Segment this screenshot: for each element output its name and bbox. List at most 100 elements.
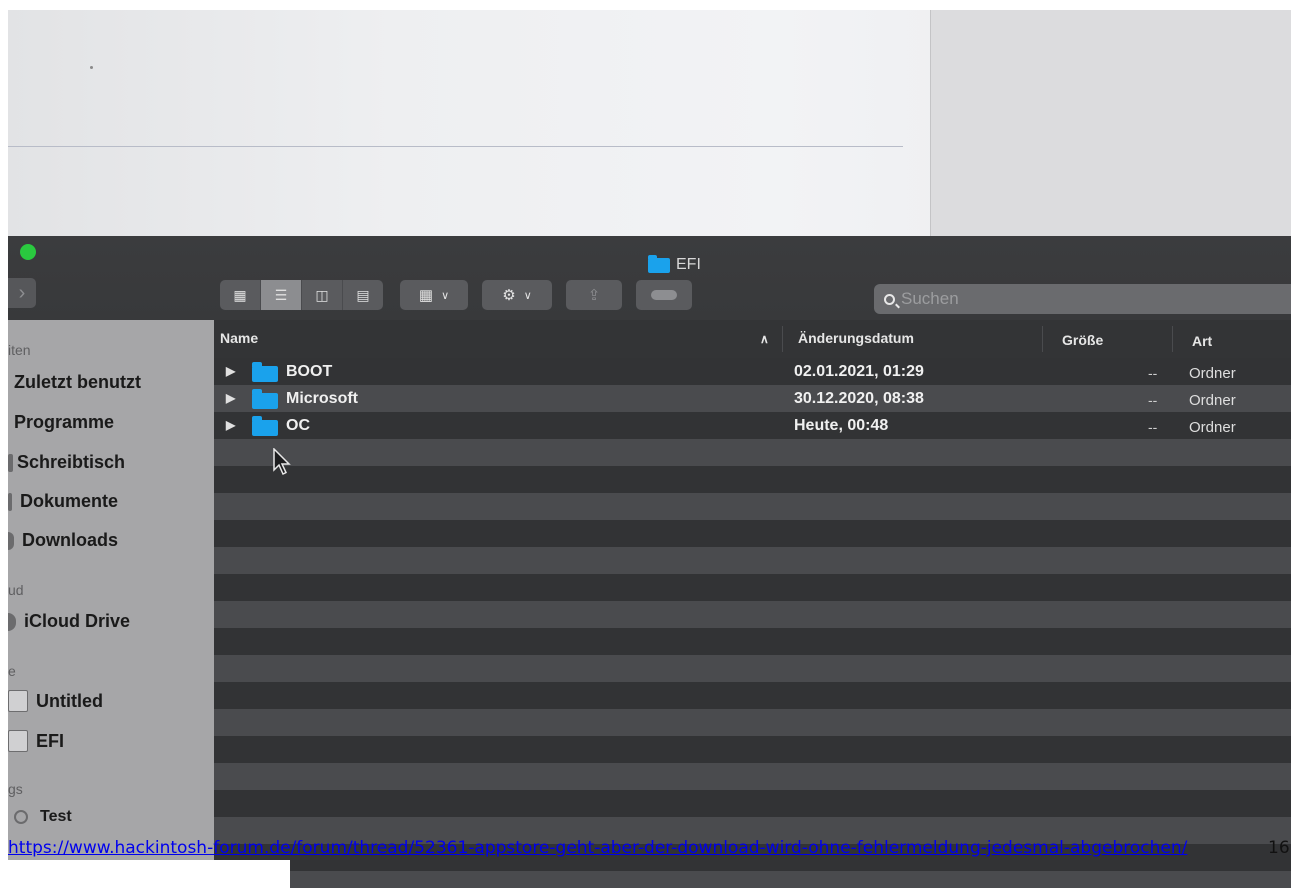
sidebar-item-documents[interactable]: Dokumente [8,491,118,512]
file-name: OC [286,417,310,434]
sidebar-item-untitled[interactable]: Untitled [8,690,103,712]
background-panel [930,10,1291,242]
tag-icon [651,290,677,300]
search-icon [884,293,895,305]
disk-icon [8,690,28,712]
caption-background [0,860,290,890]
file-kind: Ordner [1189,392,1236,409]
window-title: EFI [648,254,701,274]
list-stripe [214,466,1291,493]
column-date[interactable]: Änderungsdatum [798,330,914,346]
disk-icon [8,730,28,752]
list-stripe [214,763,1291,790]
sidebar-section-tags: gs [8,781,23,797]
column-view-icon[interactable]: ◫ [302,280,343,310]
list-stripe [214,574,1291,601]
gallery-view-icon[interactable]: ▤ [343,280,383,310]
list-stripe [214,790,1291,817]
tags-button[interactable] [636,280,692,310]
search-placeholder: Suchen [901,289,959,308]
chevron-down-icon: ∨ [441,289,450,302]
column-separator[interactable] [782,326,783,352]
sort-ascending-icon: ∧ [760,332,769,346]
file-size: -- [1148,392,1158,408]
sidebar-item-applications[interactable]: Programme [8,412,114,433]
finder-window: EFI › ▦ ☰ ◫ ▤ ▦ ∨ ⚙ ∨ ⇪ Suchen iten Zule… [8,236,1291,888]
list-stripe [214,439,1291,466]
list-stripe [214,520,1291,547]
search-field[interactable]: Suchen [874,284,1291,314]
file-kind: Ordner [1189,419,1236,436]
share-button[interactable]: ⇪ [566,280,622,310]
window-title-label: EFI [676,256,701,273]
file-size: -- [1148,419,1158,435]
forward-button[interactable]: › [8,278,36,308]
list-stripe [214,601,1291,628]
file-rows: ▶ BOOT 02.01.2021, 01:29 -- Ordner ▶ Mic… [214,358,1291,888]
file-size: -- [1148,365,1158,381]
disclosure-triangle-icon[interactable]: ▶ [226,391,235,405]
folder-icon [252,416,278,436]
list-view-icon[interactable]: ☰ [261,280,302,310]
desktop-icon [8,453,13,472]
disclosure-triangle-icon[interactable]: ▶ [226,418,235,432]
file-date: Heute, 00:48 [794,417,889,434]
column-size[interactable]: Größe [1062,332,1103,348]
folder-icon [252,362,278,382]
file-name: Microsoft [286,390,358,407]
list-stripe [214,655,1291,682]
source-link[interactable]: https://www.hackintosh-forum.de/forum/th… [8,836,1248,860]
column-header: Name ∧ Änderungsdatum Größe Art [214,320,1291,359]
cloud-icon [8,612,16,631]
file-kind: Ordner [1189,365,1236,382]
file-row[interactable]: ▶ BOOT 02.01.2021, 01:29 -- Ordner [214,360,1291,387]
list-stripe [214,709,1291,736]
list-stripe [214,682,1291,709]
column-kind[interactable]: Art [1192,333,1212,349]
folder-icon [252,389,278,409]
document-divider [8,146,903,147]
zoom-button[interactable] [20,244,36,260]
disclosure-triangle-icon[interactable]: ▶ [226,364,235,378]
download-icon [8,531,14,550]
share-icon: ⇪ [587,287,601,304]
mouse-cursor-icon [273,448,291,476]
file-row[interactable]: ▶ OC Heute, 00:48 -- Ordner [214,414,1291,441]
file-date: 02.01.2021, 01:29 [794,363,924,380]
tag-circle-icon [14,810,28,824]
gear-icon: ⚙ [502,287,516,304]
sidebar: iten Zuletzt benutzt Programme Schreibti… [8,320,214,888]
sidebar-item-desktop[interactable]: Schreibtisch [8,452,125,473]
sidebar-section-favorites: iten [8,342,31,358]
column-name[interactable]: Name [220,330,258,346]
list-stripe [214,493,1291,520]
list-stripe [214,547,1291,574]
chevron-down-icon: ∨ [523,289,532,302]
document-speck [90,66,93,69]
list-stripe [214,736,1291,763]
sidebar-section-locations: e [8,663,16,679]
action-button[interactable]: ⚙ ∨ [482,280,552,310]
title-bar: EFI › ▦ ☰ ◫ ▤ ▦ ∨ ⚙ ∨ ⇪ Suchen [8,236,1291,320]
sidebar-item-recents[interactable]: Zuletzt benutzt [8,372,141,393]
grid-icon: ▦ [418,287,434,304]
file-list: Name ∧ Änderungsdatum Größe Art ▶ BOOT 0… [214,320,1291,888]
sidebar-section-icloud: ud [8,582,24,598]
column-separator[interactable] [1042,326,1043,352]
file-row[interactable]: ▶ Microsoft 30.12.2020, 08:38 -- Ordner [214,387,1291,414]
group-button[interactable]: ▦ ∨ [400,280,468,310]
page-number: 16 [1268,838,1290,858]
column-separator[interactable] [1172,326,1173,352]
view-switcher: ▦ ☰ ◫ ▤ [220,280,383,310]
icon-view-icon[interactable]: ▦ [220,280,261,310]
sidebar-item-downloads[interactable]: Downloads [8,530,118,551]
sidebar-item-efi[interactable]: EFI [8,730,64,752]
sidebar-item-tag-test[interactable]: Test [8,808,72,826]
list-stripe [214,628,1291,655]
document-icon [8,492,12,511]
file-date: 30.12.2020, 08:38 [794,390,924,407]
folder-icon [648,254,670,273]
list-stripe [214,871,1291,888]
file-name: BOOT [286,363,333,380]
sidebar-item-icloud-drive[interactable]: iCloud Drive [8,611,130,632]
